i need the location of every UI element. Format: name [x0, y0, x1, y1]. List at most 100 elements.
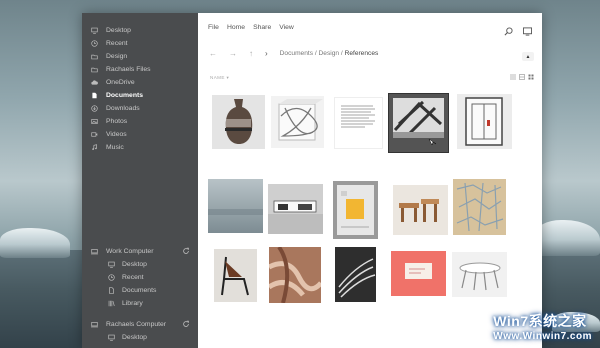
cloud-icon — [91, 79, 98, 86]
sidebar-item-label: Downloads — [106, 105, 140, 112]
thumbnail-pink-card[interactable] — [391, 251, 446, 296]
detail-view-icon[interactable] — [519, 74, 525, 81]
sync-icon[interactable] — [182, 320, 190, 330]
watermark-logo: Win7系统之家 Www.Winwin7.com — [493, 311, 592, 342]
sidebar-item-design[interactable]: Design — [82, 50, 198, 63]
background-iceberg — [0, 228, 70, 258]
sidebar-item-onedrive[interactable]: OneDrive — [82, 76, 198, 89]
main-pane: File Home Share View ← → ↑ › Documents /… — [198, 13, 542, 348]
thumbnail-table[interactable] — [452, 252, 507, 297]
sidebar-item-recent[interactable]: Recent — [82, 37, 198, 50]
computer-group: Rachaels Computer Desktop — [82, 318, 198, 344]
sidebar-item-label: OneDrive — [106, 79, 135, 86]
sidebar-item-photos[interactable]: Photos — [82, 115, 198, 128]
breadcrumb: Documents / Design / References — [280, 50, 379, 57]
sidebar-item-label: Rachaels Files — [106, 66, 151, 73]
thumbnail-modern-house[interactable] — [268, 184, 323, 234]
computer-item-desktop[interactable]: Desktop — [82, 258, 198, 271]
sort-label: NAME — [210, 74, 225, 80]
computer-item-label: Documents — [122, 287, 157, 294]
computer-item-label: Desktop — [122, 334, 147, 341]
computer-header[interactable]: Work Computer — [82, 245, 198, 258]
thumbnail-abstract-copper[interactable] — [269, 247, 321, 303]
grid-view-icon[interactable] — [528, 74, 534, 81]
sidebar-item-videos[interactable]: Videos — [82, 128, 198, 141]
computer-item-desktop[interactable]: Desktop — [82, 331, 198, 344]
folder-icon — [91, 66, 98, 73]
laptop-icon — [91, 321, 98, 328]
computer-item-label: Desktop — [122, 261, 147, 268]
view-switcher — [510, 74, 534, 81]
sort-dropdown[interactable]: NAME ▾ — [210, 75, 229, 81]
folder-icon — [91, 53, 98, 60]
watermark-text: Win7系统之家 — [493, 313, 587, 329]
computer-name: Work Computer — [106, 248, 154, 255]
download-icon — [91, 105, 98, 112]
document-icon — [91, 92, 98, 99]
thumbnail-chair[interactable] — [214, 249, 257, 302]
video-icon — [91, 131, 98, 138]
thumbnail-architecture-selected[interactable] — [388, 93, 449, 153]
navigation-row: ← → ↑ › Documents / Design / References — [198, 45, 542, 61]
thumbnail-document[interactable] — [334, 97, 383, 149]
chevron-right-icon: › — [265, 48, 268, 58]
thumbnail-sculpture[interactable] — [271, 96, 324, 148]
computer-name: Rachaels Computer — [106, 321, 167, 328]
sidebar-item-label: Documents — [106, 92, 144, 99]
device-icon[interactable] — [523, 23, 532, 41]
file-explorer-window: Desktop Recent Design Rachaels Files OneDriv… — [82, 13, 542, 348]
menu-home[interactable]: Home — [227, 24, 245, 36]
list-view-icon[interactable] — [510, 74, 516, 81]
breadcrumb-item[interactable]: Documents — [280, 50, 313, 57]
sidebar-item-rachaels-files[interactable]: Rachaels Files — [82, 63, 198, 76]
computer-header[interactable]: Rachaels Computer — [82, 318, 198, 331]
desktop-icon — [108, 261, 115, 268]
breadcrumb-item[interactable]: Design — [319, 50, 340, 57]
menu-file[interactable]: File — [208, 24, 219, 36]
computer-item-label: Library — [122, 300, 143, 307]
desktop-icon — [91, 27, 98, 34]
forward-arrow-icon[interactable]: → — [229, 49, 237, 58]
thumbnail-dark-lines[interactable] — [335, 247, 376, 302]
sort-row: NAME ▾ — [198, 74, 542, 81]
back-arrow-icon[interactable]: ← — [209, 49, 217, 58]
library-icon — [108, 300, 115, 307]
thumbnail-vase[interactable] — [212, 95, 265, 149]
clock-icon — [108, 274, 115, 281]
thumbnail-door-frame[interactable] — [457, 94, 512, 149]
search-icon[interactable] — [504, 23, 513, 41]
account-icon[interactable]: ▲ — [522, 52, 534, 61]
breadcrumb-current: References — [344, 49, 379, 57]
thumbnail-blurred-landscape[interactable] — [208, 179, 263, 233]
up-arrow-icon[interactable]: ↑ — [249, 49, 253, 58]
sidebar-item-label: Design — [106, 53, 128, 60]
clock-icon — [91, 40, 98, 47]
music-icon — [91, 144, 98, 151]
sidebar-item-label: Recent — [106, 40, 128, 47]
sidebar-item-music[interactable]: Music — [82, 141, 198, 154]
menu-share[interactable]: Share — [253, 24, 271, 36]
thumbnail-poster-yellow[interactable] — [333, 181, 378, 239]
toolbar-buttons — [504, 23, 532, 41]
computer-item-library[interactable]: Library — [82, 297, 198, 310]
sidebar-item-label: Desktop — [106, 27, 131, 34]
sidebar-item-documents[interactable]: Documents — [82, 89, 198, 102]
document-icon — [108, 287, 115, 294]
sidebar-item-label: Photos — [106, 118, 128, 125]
sidebar-item-desktop[interactable]: Desktop — [82, 24, 198, 37]
sidebar-item-label: Videos — [106, 131, 127, 138]
sidebar-item-downloads[interactable]: Downloads — [82, 102, 198, 115]
thumbnail-abstract-map[interactable] — [453, 179, 506, 235]
computer-item-recent[interactable]: Recent — [82, 271, 198, 284]
computer-item-documents[interactable]: Documents — [82, 284, 198, 297]
sidebar-item-label: Music — [106, 144, 124, 151]
menu-bar: File Home Share View — [198, 13, 542, 36]
computer-group: Work Computer Desktop Recent Documents Libr… — [82, 245, 198, 310]
thumbnail-furniture[interactable] — [393, 185, 448, 235]
sidebar-list: Desktop Recent Design Rachaels Files OneDriv… — [82, 13, 198, 154]
sync-icon[interactable] — [182, 247, 190, 257]
desktop-icon — [108, 334, 115, 341]
photo-icon — [91, 118, 98, 125]
menu-view[interactable]: View — [279, 24, 294, 36]
watermark-url: Www.Winwin7.com — [493, 331, 592, 342]
